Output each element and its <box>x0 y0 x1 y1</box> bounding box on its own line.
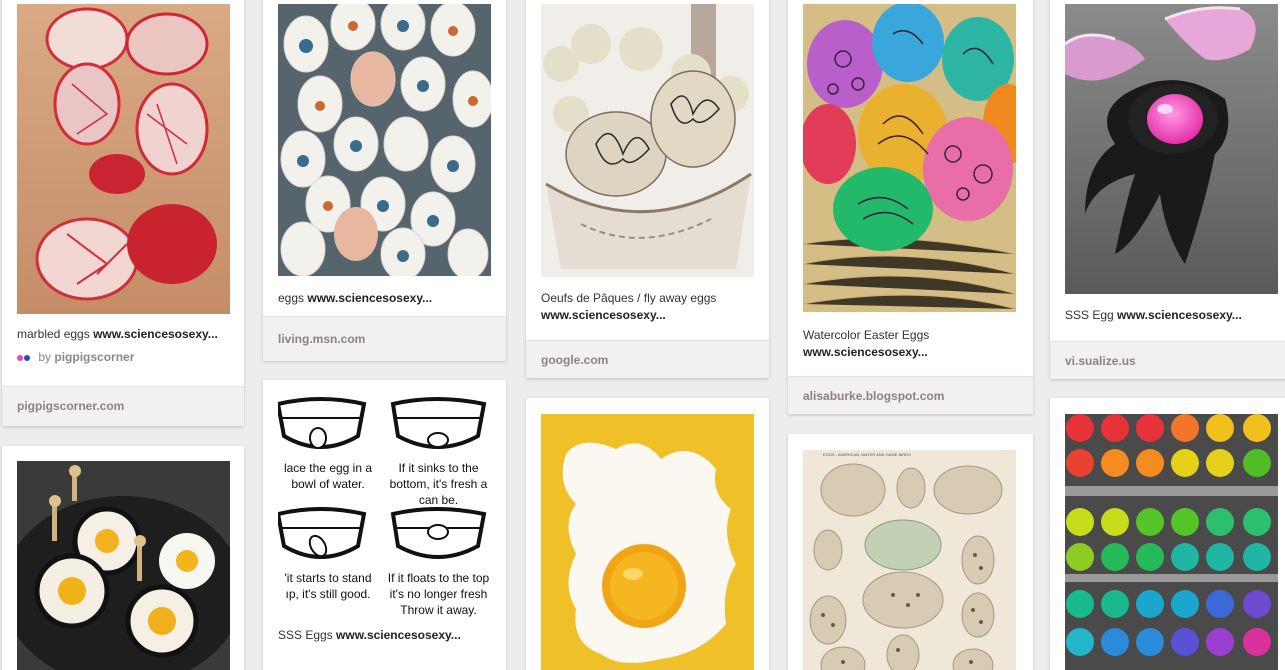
step-1-text: lace the egg in a bowl of water. <box>283 461 373 491</box>
marbled-eggs-image[interactable] <box>17 4 230 314</box>
rainbow-eggs-image[interactable] <box>1065 414 1278 670</box>
egg-chart-caption: EGGS - AMERICAN, WATER AND GAME BIRDS <box>823 452 911 457</box>
pin-oeufs-de-paques[interactable]: Oeufs de Pâques / fly away eggs www.scien… <box>526 0 769 378</box>
pin-rainbow-eggs[interactable] <box>1050 398 1285 670</box>
sss-egg-image[interactable] <box>1065 4 1278 294</box>
pin-source[interactable]: vi.sualize.us <box>1050 341 1285 379</box>
watercolor-eggs-image[interactable] <box>803 4 1016 312</box>
pin-source[interactable]: living.msn.com <box>263 316 506 361</box>
fried-egg-image[interactable] <box>541 414 754 670</box>
pin-description: eggs www.sciencesosexy... <box>278 291 433 305</box>
pin-source[interactable]: pigpigscorner.com <box>2 386 244 426</box>
pin-description: SSS Egg www.sciencesosexy... <box>1065 308 1242 322</box>
pin-egg-chart[interactable]: EGGS - AMERICAN, WATER AND GAME BIRDS <box>788 434 1033 670</box>
pin-marbled-eggs[interactable]: marbled eggs www.sciencesosexy... by pig… <box>2 0 244 426</box>
oeufs-image[interactable] <box>541 4 754 277</box>
flickr-icon <box>17 350 35 364</box>
pinned-by[interactable]: by pigpigscorner <box>17 350 134 364</box>
pin-fried-egg[interactable] <box>526 398 769 670</box>
butterfly-eggs-image[interactable] <box>278 4 491 276</box>
pin-description: Oeufs de Pâques / fly away eggs www.scien… <box>541 291 717 322</box>
pin-source[interactable]: alisaburke.blogspot.com <box>788 376 1033 414</box>
pin-butterfly-eggs[interactable]: eggs www.sciencesosexy... living.msn.com <box>263 0 506 361</box>
step-2-text: If it sinks to the bottom, it's fresh a ca… <box>389 461 488 507</box>
pin-source[interactable]: google.com <box>526 340 769 378</box>
pin-description: SSS Eggs www.sciencesosexy... <box>278 628 461 642</box>
pin-description: Watercolor Easter Eggs www.sciencesosexy.… <box>803 328 930 359</box>
egg-test-image[interactable]: lace the egg in a bowl of water. If it si… <box>278 396 491 624</box>
step-4-text: If it floats to the top it's no longer fr… <box>387 571 490 617</box>
pin-description: marbled eggs www.sciencesosexy... <box>17 327 218 341</box>
egg-chart-image[interactable]: EGGS - AMERICAN, WATER AND GAME BIRDS <box>803 450 1016 670</box>
pin-watercolor-eggs[interactable]: Watercolor Easter Eggs www.sciencesosexy.… <box>788 0 1033 414</box>
pin-sss-egg[interactable]: SSS Egg www.sciencesosexy... vi.sualize.… <box>1050 0 1285 379</box>
step-3-text: 'it starts to stand ıp, it's still good. <box>284 571 372 601</box>
pin-flower-eggs[interactable] <box>2 446 244 670</box>
flower-egg-image[interactable] <box>17 461 230 670</box>
pin-egg-freshness-test[interactable]: lace the egg in a bowl of water. If it si… <box>263 380 506 670</box>
